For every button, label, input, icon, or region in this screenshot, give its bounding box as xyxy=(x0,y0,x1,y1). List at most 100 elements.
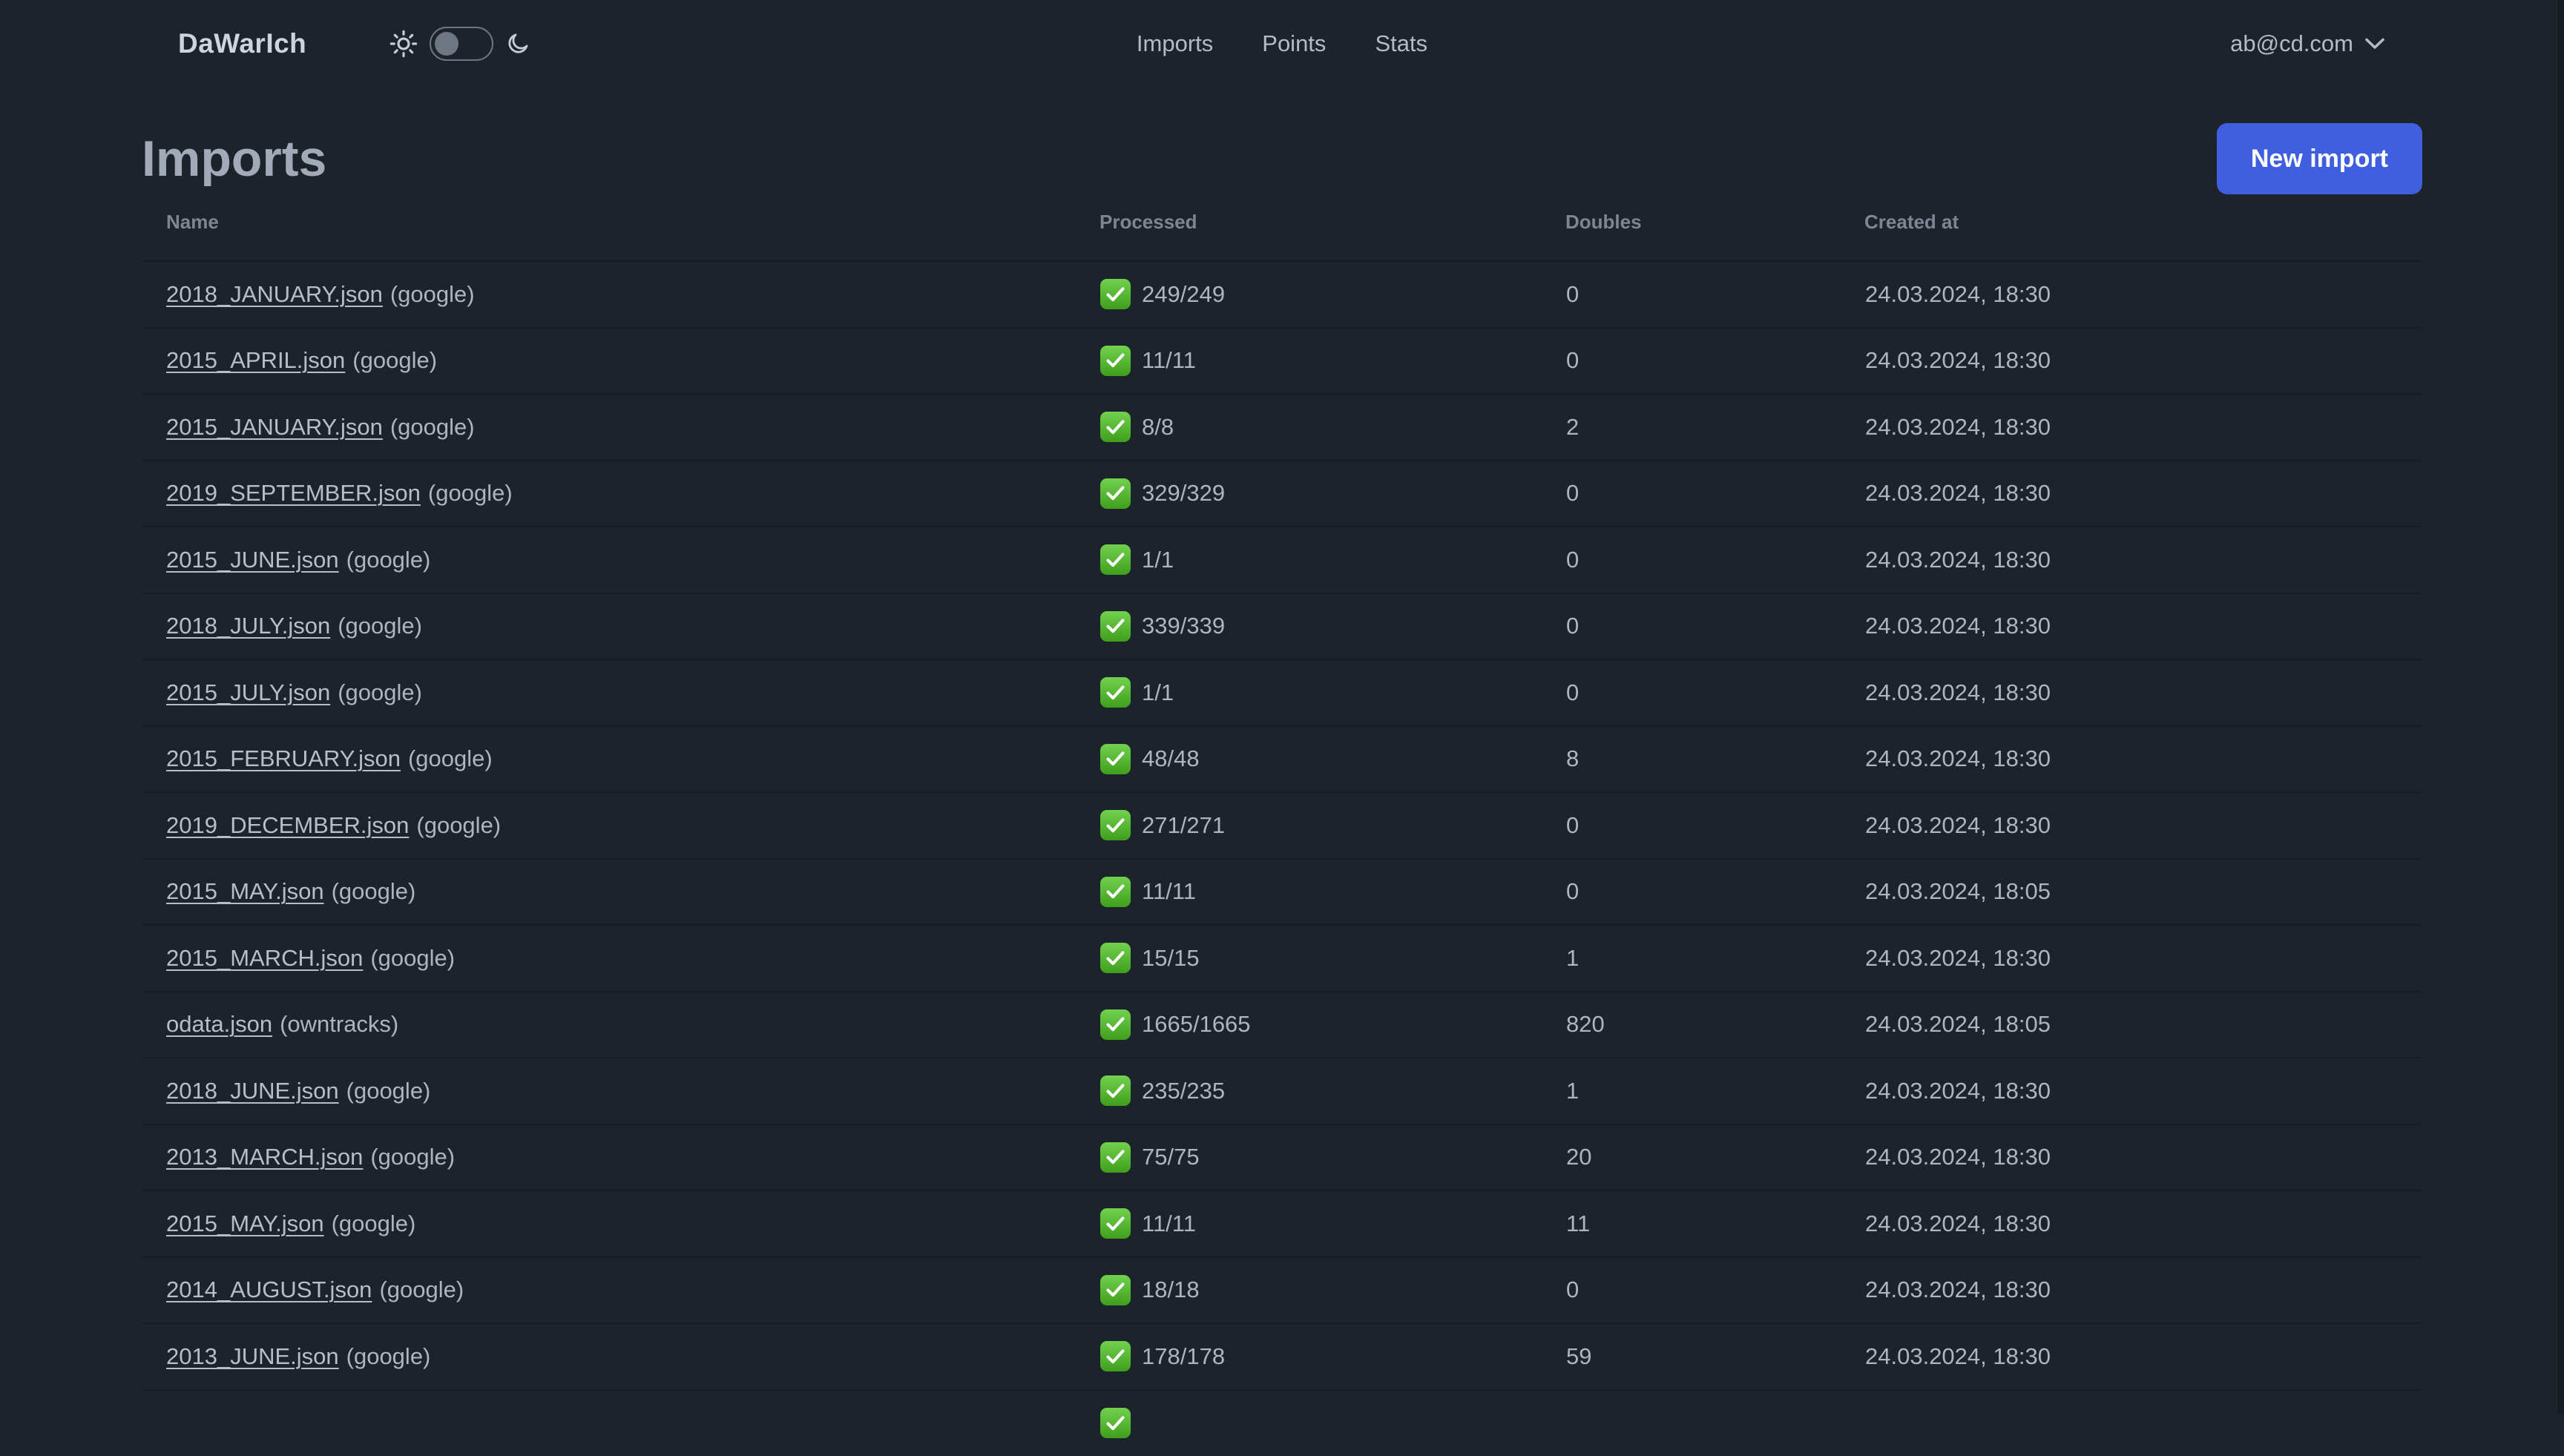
doubles-cell: 8 xyxy=(1565,726,1864,793)
table-row: 2015_FEBRUARY.json(google) 48/48 8 24.03… xyxy=(142,726,2422,793)
created-at-cell: 24.03.2024, 18:05 xyxy=(1864,992,2422,1058)
processed-cell: 249/249 xyxy=(1099,261,1565,328)
import-file-link[interactable]: 2014_AUGUST.json xyxy=(166,1277,372,1302)
processed-count: 271/271 xyxy=(1142,812,1225,839)
processed-cell: 329/329 xyxy=(1099,461,1565,527)
nav-link-points[interactable]: Points xyxy=(1262,30,1326,57)
import-file-link[interactable]: 2015_FEBRUARY.json xyxy=(166,745,401,771)
table-header-row: Name Processed Doubles Created at xyxy=(142,194,2422,261)
imports-table: Name Processed Doubles Created at 2018_J… xyxy=(142,194,2422,1456)
processed-cell xyxy=(1099,1390,1565,1456)
table-row: 2015_MAY.json(google) 11/11 0 24.03.2024… xyxy=(142,859,2422,926)
import-file-link[interactable]: 2018_JUNE.json xyxy=(166,1078,339,1104)
doubles-cell: 0 xyxy=(1565,527,1864,593)
new-import-button[interactable]: New import xyxy=(2217,123,2422,194)
import-source: (google) xyxy=(428,480,513,506)
success-check-icon xyxy=(1100,943,1131,973)
import-file-link[interactable]: 2015_APRIL.json xyxy=(166,347,345,373)
import-file-link[interactable]: 2015_JUNE.json xyxy=(166,547,339,573)
success-check-icon xyxy=(1100,412,1131,442)
success-check-icon xyxy=(1100,744,1131,774)
processed-count: 18/18 xyxy=(1142,1277,1200,1303)
name-cell: 2014_AUGUST.json(google) xyxy=(142,1257,1099,1324)
import-source: (owntracks) xyxy=(280,1011,398,1037)
table-row: 2019_SEPTEMBER.json(google) 329/329 0 24… xyxy=(142,461,2422,527)
import-file-link[interactable]: 2015_JULY.json xyxy=(166,679,330,705)
success-check-icon xyxy=(1100,1275,1131,1305)
name-cell: 2015_MARCH.json(google) xyxy=(142,925,1099,992)
import-source: (google) xyxy=(338,679,422,705)
scrollbar[interactable] xyxy=(2557,0,2564,1414)
import-source: (google) xyxy=(370,1144,455,1170)
name-cell: 2015_FEBRUARY.json(google) xyxy=(142,726,1099,793)
doubles-cell: 2 xyxy=(1565,394,1864,461)
doubles-cell: 1 xyxy=(1565,1058,1864,1124)
created-at-cell: 24.03.2024, 18:30 xyxy=(1864,394,2422,461)
table-row xyxy=(142,1390,2422,1456)
toggle-knob xyxy=(435,32,458,56)
created-at-cell: 24.03.2024, 18:30 xyxy=(1864,1323,2422,1390)
name-cell: 2019_DECEMBER.json(google) xyxy=(142,792,1099,859)
processed-count: 11/11 xyxy=(1142,347,1196,374)
doubles-cell: 0 xyxy=(1565,659,1864,726)
import-file-link[interactable]: 2015_MAY.json xyxy=(166,878,324,904)
success-check-icon xyxy=(1100,1075,1131,1106)
processed-cell: 1/1 xyxy=(1099,659,1565,726)
nav-link-stats[interactable]: Stats xyxy=(1375,30,1427,57)
processed-count: 15/15 xyxy=(1142,945,1200,972)
success-check-icon xyxy=(1100,279,1131,309)
nav-link-imports[interactable]: Imports xyxy=(1137,30,1213,57)
column-header-name: Name xyxy=(142,194,1099,261)
column-header-processed: Processed xyxy=(1099,194,1565,261)
import-source: (google) xyxy=(332,878,416,904)
theme-toggle-group xyxy=(389,27,530,61)
created-at-cell: 24.03.2024, 18:30 xyxy=(1864,261,2422,328)
import-file-link[interactable]: 2013_JUNE.json xyxy=(166,1343,339,1369)
import-file-link[interactable]: 2018_JANUARY.json xyxy=(166,281,383,307)
name-cell: 2018_JUNE.json(google) xyxy=(142,1058,1099,1124)
doubles-cell: 20 xyxy=(1565,1124,1864,1191)
processed-count: 235/235 xyxy=(1142,1078,1225,1104)
table-row: 2018_JUNE.json(google) 235/235 1 24.03.2… xyxy=(142,1058,2422,1124)
import-file-link[interactable]: 2013_MARCH.json xyxy=(166,1144,363,1170)
processed-cell: 75/75 xyxy=(1099,1124,1565,1191)
import-file-link[interactable]: 2015_JANUARY.json xyxy=(166,414,383,440)
processed-cell: 8/8 xyxy=(1099,394,1565,461)
processed-cell: 11/11 xyxy=(1099,328,1565,395)
created-at-cell: 24.03.2024, 18:30 xyxy=(1864,593,2422,660)
processed-cell: 235/235 xyxy=(1099,1058,1565,1124)
processed-cell: 11/11 xyxy=(1099,1190,1565,1257)
created-at-cell: 24.03.2024, 18:30 xyxy=(1864,925,2422,992)
success-check-icon xyxy=(1100,810,1131,840)
account-menu[interactable]: ab@cd.com xyxy=(2230,30,2384,57)
app-logo[interactable]: DaWarIch xyxy=(178,28,306,59)
theme-toggle[interactable] xyxy=(430,27,493,61)
table-row: 2019_DECEMBER.json(google) 271/271 0 24.… xyxy=(142,792,2422,859)
import-file-link[interactable]: 2019_DECEMBER.json xyxy=(166,812,409,838)
processed-count: 1665/1665 xyxy=(1142,1011,1251,1038)
success-check-icon xyxy=(1100,877,1131,907)
account-email: ab@cd.com xyxy=(2230,30,2353,57)
created-at-cell: 24.03.2024, 18:30 xyxy=(1864,1190,2422,1257)
created-at-cell: 24.03.2024, 18:05 xyxy=(1864,859,2422,926)
import-file-link[interactable]: 2015_MARCH.json xyxy=(166,945,363,971)
created-at-cell: 24.03.2024, 18:30 xyxy=(1864,659,2422,726)
name-cell: 2018_JANUARY.json (google) xyxy=(142,261,1099,328)
import-file-link[interactable]: 2018_JULY.json xyxy=(166,613,330,639)
doubles-cell: 59 xyxy=(1565,1323,1864,1390)
import-source: (google) xyxy=(390,281,475,307)
processed-count: 178/178 xyxy=(1142,1343,1225,1370)
import-file-link[interactable]: 2015_MAY.json xyxy=(166,1210,324,1236)
processed-cell: 15/15 xyxy=(1099,925,1565,992)
processed-count: 1/1 xyxy=(1142,679,1174,706)
doubles-cell: 820 xyxy=(1565,992,1864,1058)
processed-count: 329/329 xyxy=(1142,480,1225,507)
import-file-link[interactable]: 2019_SEPTEMBER.json xyxy=(166,480,421,506)
main-nav: Imports Points Stats xyxy=(1137,30,1427,57)
import-file-link[interactable]: odata.json xyxy=(166,1011,272,1037)
doubles-cell: 0 xyxy=(1565,328,1864,395)
processed-cell: 48/48 xyxy=(1099,726,1565,793)
import-source: (google) xyxy=(332,1210,416,1236)
processed-cell: 11/11 xyxy=(1099,859,1565,926)
navbar: DaWarIch Imports Points xyxy=(0,0,2564,88)
